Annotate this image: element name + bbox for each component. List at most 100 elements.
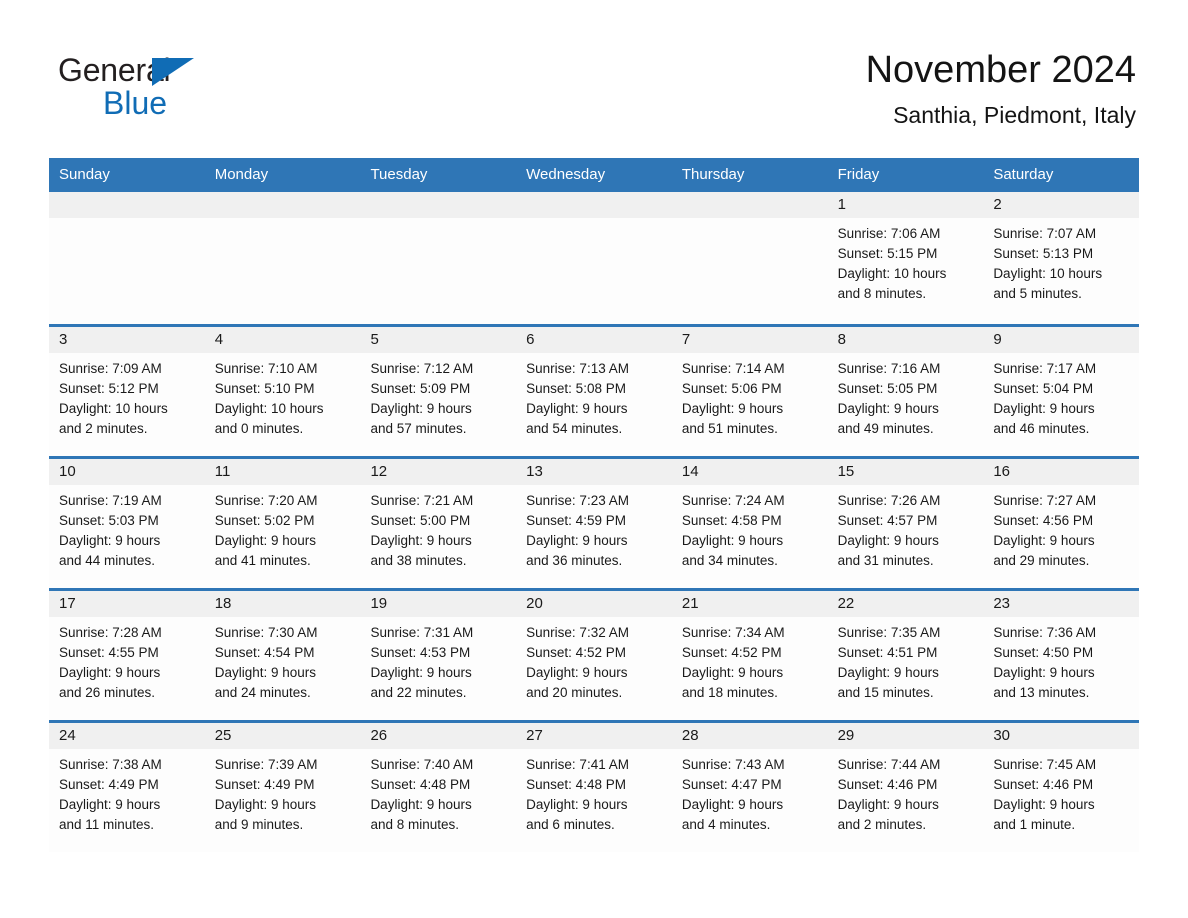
- day-sun-info: Sunrise: 7:13 AM Sunset: 5:08 PM Daylight:…: [516, 353, 672, 439]
- day-daylight-text: Daylight: 9 hours: [993, 797, 1095, 812]
- generalblue-logo[interactable]: General Blue: [58, 52, 318, 124]
- calendar-day-cell[interactable]: 11 Sunrise: 7:20 AM Sunset: 5:02 PM Dayligh…: [204, 459, 361, 588]
- day-number: 15: [837, 463, 855, 480]
- day-sunrise-text: Sunrise: 7:41 AM: [526, 757, 629, 772]
- calendar-day-cell[interactable]: 10 Sunrise: 7:19 AM Sunset: 5:03 PM Dayligh…: [49, 459, 205, 588]
- day-sunset-text: Sunset: 4:47 PM: [681, 777, 782, 792]
- day-daylight-text: Daylight: 9 hours: [214, 797, 317, 812]
- weekday-saturday: Saturday: [993, 166, 1054, 183]
- day-sunset-text: Sunset: 4:56 PM: [993, 513, 1094, 528]
- day-daylight-text: Daylight: 9 hours: [370, 797, 472, 812]
- day-daylight-text: Daylight: 9 hours: [526, 533, 628, 548]
- calendar-day-cell[interactable]: 3 Sunrise: 7:09 AM Sunset: 5:12 PM Daylight…: [49, 327, 205, 456]
- day-number: 8: [837, 331, 846, 348]
- day-daylight-text: and 26 minutes.: [59, 685, 156, 700]
- day-sunrise-text: Sunrise: 7:14 AM: [681, 361, 785, 376]
- calendar-day-cell[interactable]: 23 Sunrise: 7:36 AM Sunset: 4:50 PM Dayligh…: [983, 591, 1140, 720]
- day-sunset-text: Sunset: 5:03 PM: [59, 513, 159, 528]
- day-sunset-text: Sunset: 4:49 PM: [214, 777, 315, 792]
- day-daylight-text: and 31 minutes.: [837, 553, 934, 568]
- calendar-day-cell[interactable]: 18 Sunrise: 7:30 AM Sunset: 4:54 PM Dayligh…: [204, 591, 361, 720]
- day-daylight-text: Daylight: 9 hours: [837, 665, 939, 680]
- calendar-day-cell[interactable]: 29 Sunrise: 7:44 AM Sunset: 4:46 PM Dayligh…: [827, 723, 984, 852]
- day-number: 22: [837, 595, 855, 612]
- day-number: 19: [370, 595, 388, 612]
- day-daylight-text: Daylight: 10 hours: [993, 266, 1103, 281]
- day-sun-info: Sunrise: 7:12 AM Sunset: 5:09 PM Daylight:…: [360, 353, 516, 439]
- calendar-day-cell[interactable]: 28 Sunrise: 7:43 AM Sunset: 4:47 PM Dayligh…: [671, 723, 828, 852]
- day-sun-info: Sunrise: 7:31 AM Sunset: 4:53 PM Daylight:…: [360, 617, 516, 703]
- day-sun-info: Sunrise: 7:41 AM Sunset: 4:48 PM Daylight:…: [516, 749, 672, 835]
- day-sunrise-text: Sunrise: 7:23 AM: [526, 493, 629, 508]
- day-sunset-text: Sunset: 4:49 PM: [59, 777, 159, 792]
- calendar-day-cell[interactable]: 8 Sunrise: 7:16 AM Sunset: 5:05 PM Daylight…: [827, 327, 984, 456]
- day-sun-info: Sunrise: 7:16 AM Sunset: 5:05 PM Daylight:…: [828, 353, 984, 439]
- calendar-day-cell[interactable]: 19 Sunrise: 7:31 AM Sunset: 4:53 PM Dayligh…: [360, 591, 517, 720]
- calendar-day-cell[interactable]: 7 Sunrise: 7:14 AM Sunset: 5:06 PM Daylight…: [671, 327, 828, 456]
- day-sunrise-text: Sunrise: 7:31 AM: [370, 625, 474, 640]
- day-sunrise-text: Sunrise: 7:27 AM: [993, 493, 1097, 508]
- logo-word-blue: Blue: [103, 85, 168, 121]
- day-daylight-text: and 34 minutes.: [681, 553, 778, 568]
- calendar-day-cell[interactable]: 16 Sunrise: 7:27 AM Sunset: 4:56 PM Dayligh…: [983, 459, 1140, 588]
- day-sunrise-text: Sunrise: 7:36 AM: [993, 625, 1097, 640]
- day-number: [360, 192, 516, 218]
- calendar-day-cell[interactable]: 30 Sunrise: 7:45 AM Sunset: 4:46 PM Dayligh…: [983, 723, 1140, 852]
- day-daylight-text: and 2 minutes.: [837, 817, 927, 832]
- calendar-day-cell[interactable]: 5 Sunrise: 7:12 AM Sunset: 5:09 PM Daylight…: [360, 327, 517, 456]
- calendar-day-cell[interactable]: 1 Sunrise: 7:06 AM Sunset: 5:15 PM Daylight…: [827, 192, 984, 324]
- calendar-day-cell[interactable]: 6 Sunrise: 7:13 AM Sunset: 5:08 PM Daylight…: [516, 327, 672, 456]
- day-number: 28: [681, 727, 699, 744]
- day-number: [672, 192, 828, 218]
- day-number: 21: [681, 595, 699, 612]
- day-daylight-text: and 29 minutes.: [993, 553, 1090, 568]
- day-daylight-text: Daylight: 9 hours: [993, 533, 1095, 548]
- day-daylight-text: Daylight: 9 hours: [681, 665, 784, 680]
- calendar-day-cell[interactable]: 27 Sunrise: 7:41 AM Sunset: 4:48 PM Dayligh…: [516, 723, 672, 852]
- calendar-day-cell[interactable]: 24 Sunrise: 7:38 AM Sunset: 4:49 PM Dayligh…: [49, 723, 205, 852]
- page-header: General Blue November 2024 Santhia, Pied…: [0, 0, 1188, 128]
- calendar-day-cell-empty: [49, 192, 205, 324]
- calendar-day-cell[interactable]: 21 Sunrise: 7:34 AM Sunset: 4:52 PM Dayligh…: [671, 591, 828, 720]
- day-daylight-text: and 20 minutes.: [526, 685, 623, 700]
- day-daylight-text: Daylight: 9 hours: [837, 797, 939, 812]
- day-daylight-text: and 41 minutes.: [214, 553, 311, 568]
- day-sun-info: Sunrise: 7:26 AM Sunset: 4:57 PM Daylight:…: [828, 485, 984, 571]
- day-sun-info: Sunrise: 7:38 AM Sunset: 4:49 PM Daylight:…: [49, 749, 205, 835]
- calendar-day-cell[interactable]: 13 Sunrise: 7:23 AM Sunset: 4:59 PM Dayligh…: [516, 459, 672, 588]
- day-number: 24: [59, 727, 76, 744]
- day-sunrise-text: Sunrise: 7:39 AM: [214, 757, 318, 772]
- day-daylight-text: and 11 minutes.: [59, 817, 155, 832]
- day-number: [516, 192, 672, 218]
- day-sun-info: Sunrise: 7:10 AM Sunset: 5:10 PM Daylight:…: [205, 353, 361, 439]
- day-sunrise-text: Sunrise: 7:10 AM: [214, 361, 318, 376]
- calendar-day-cell[interactable]: 22 Sunrise: 7:35 AM Sunset: 4:51 PM Dayligh…: [827, 591, 984, 720]
- calendar-week-row: 24 Sunrise: 7:38 AM Sunset: 4:49 PM Dayligh…: [49, 720, 1140, 852]
- day-daylight-text: Daylight: 9 hours: [993, 665, 1095, 680]
- day-sunset-text: Sunset: 4:50 PM: [993, 645, 1094, 660]
- day-sunset-text: Sunset: 4:48 PM: [370, 777, 471, 792]
- calendar-day-cell[interactable]: 2 Sunrise: 7:07 AM Sunset: 5:13 PM Daylight…: [983, 192, 1140, 324]
- day-sunset-text: Sunset: 4:58 PM: [681, 513, 782, 528]
- day-sunrise-text: Sunrise: 7:30 AM: [214, 625, 318, 640]
- day-daylight-text: and 54 minutes.: [526, 421, 623, 436]
- page-title: November 2024: [865, 49, 1136, 91]
- calendar-day-cell[interactable]: 14 Sunrise: 7:24 AM Sunset: 4:58 PM Dayligh…: [671, 459, 828, 588]
- day-sunrise-text: Sunrise: 7:26 AM: [837, 493, 941, 508]
- calendar-day-cell[interactable]: 25 Sunrise: 7:39 AM Sunset: 4:49 PM Dayligh…: [204, 723, 361, 852]
- day-sun-info: Sunrise: 7:28 AM Sunset: 4:55 PM Daylight:…: [49, 617, 205, 703]
- calendar-day-cell[interactable]: 20 Sunrise: 7:32 AM Sunset: 4:52 PM Dayligh…: [516, 591, 672, 720]
- day-daylight-text: and 22 minutes.: [370, 685, 467, 700]
- calendar-day-cell[interactable]: 15 Sunrise: 7:26 AM Sunset: 4:57 PM Dayligh…: [827, 459, 984, 588]
- calendar-week-row: 10 Sunrise: 7:19 AM Sunset: 5:03 PM Dayligh…: [49, 456, 1140, 588]
- day-sunset-text: Sunset: 5:04 PM: [993, 381, 1094, 396]
- calendar-day-cell[interactable]: 12 Sunrise: 7:21 AM Sunset: 5:00 PM Dayligh…: [360, 459, 517, 588]
- day-daylight-text: Daylight: 9 hours: [993, 401, 1095, 416]
- calendar-day-cell[interactable]: 26 Sunrise: 7:40 AM Sunset: 4:48 PM Dayligh…: [360, 723, 517, 852]
- calendar-day-cell[interactable]: 9 Sunrise: 7:17 AM Sunset: 5:04 PM Daylight…: [983, 327, 1140, 456]
- day-number: 5: [370, 331, 379, 348]
- calendar-day-cell[interactable]: 4 Sunrise: 7:10 AM Sunset: 5:10 PM Daylight…: [204, 327, 361, 456]
- day-number: 20: [526, 595, 543, 612]
- calendar-day-cell[interactable]: 17 Sunrise: 7:28 AM Sunset: 4:55 PM Dayligh…: [49, 591, 205, 720]
- day-number: 1: [837, 196, 846, 213]
